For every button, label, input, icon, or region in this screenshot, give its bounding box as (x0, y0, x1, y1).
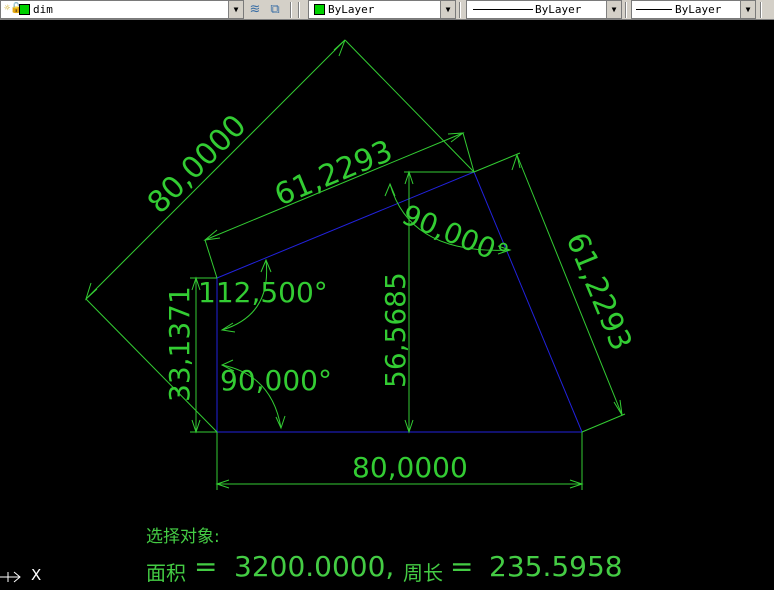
dim-angle-top-left: 112,500° (198, 276, 328, 309)
perimeter-value: 235.5958 (489, 550, 623, 583)
perimeter-label: 周长 (403, 561, 443, 585)
area-value: 3200.0000, (234, 550, 395, 583)
dim-aligned-long: 80,0000 (141, 108, 253, 220)
area-label: 面积 (146, 561, 186, 585)
dim-angle-top-right: 90,000° (397, 198, 513, 271)
dim-vertical-left: 33,1371 (163, 286, 196, 402)
ucs-x-label: X (31, 566, 42, 584)
dimension-lines (84, 39, 626, 490)
ucs-icon (0, 571, 21, 583)
command-prompt: 选择对象: (146, 527, 220, 547)
dim-vertical-mid: 56,5685 (379, 272, 412, 388)
dim-aligned-right: 61,2293 (559, 228, 639, 356)
drawing-canvas[interactable]: 80,0000 61,2293 61,2293 33,1371 56,5685 … (0, 0, 774, 590)
area-equals: = (194, 550, 218, 583)
dim-angle-bottom-left: 90,000° (220, 364, 332, 397)
dim-aligned-top: 61,2293 (270, 134, 398, 214)
perimeter-equals: = (450, 550, 474, 583)
dim-horizontal-bottom: 80,0000 (352, 451, 468, 484)
